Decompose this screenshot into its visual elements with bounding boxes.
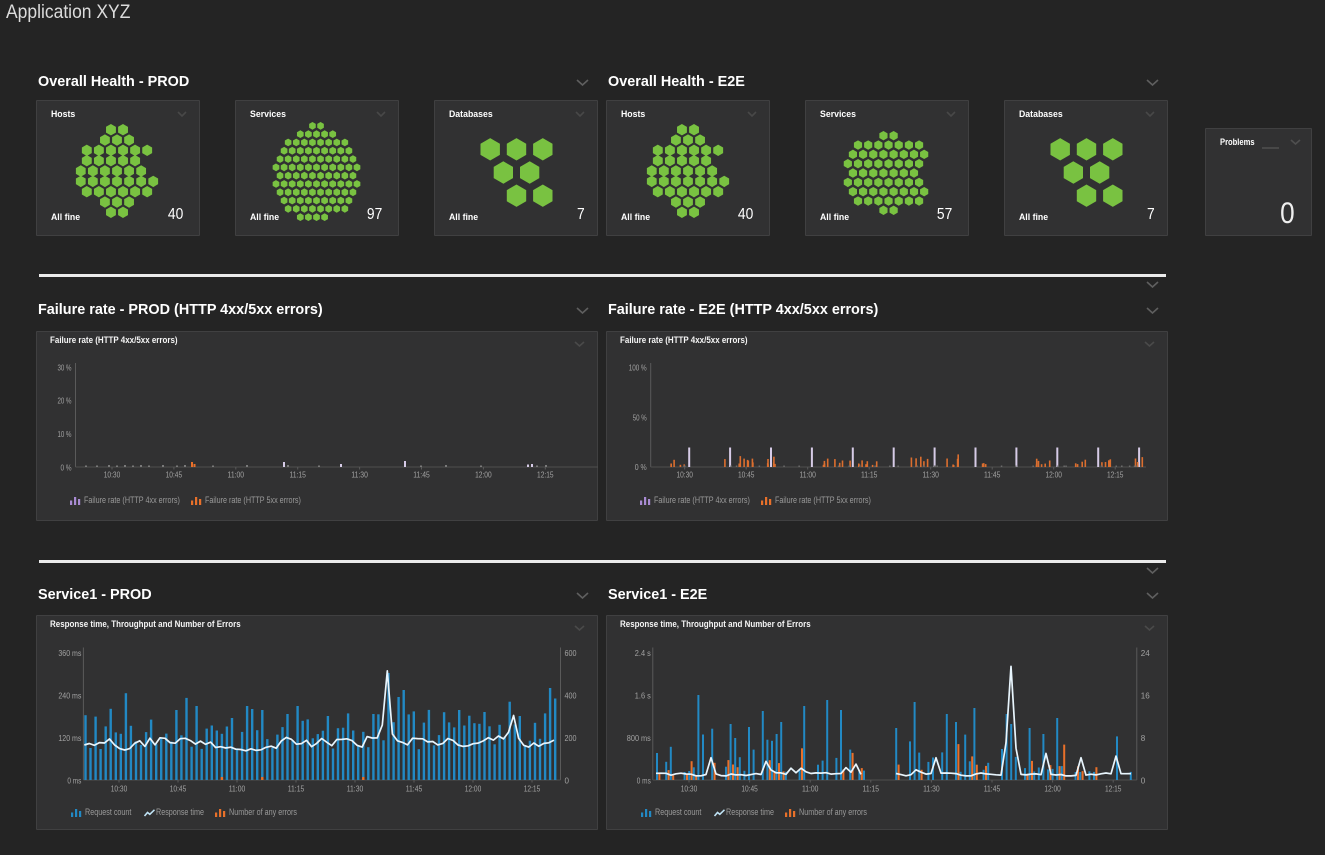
svg-text:11:00: 11:00 [802, 784, 819, 794]
svg-text:200: 200 [565, 733, 577, 743]
svg-text:400: 400 [565, 691, 577, 701]
svg-text:12:00: 12:00 [1044, 784, 1061, 794]
svg-text:0 ms: 0 ms [637, 776, 651, 786]
svg-text:0 %: 0 % [61, 463, 72, 473]
svg-text:11:30: 11:30 [922, 470, 939, 480]
svg-text:11:45: 11:45 [984, 470, 1001, 480]
svg-text:12:15: 12:15 [537, 470, 554, 480]
svg-text:800 ms: 800 ms [627, 733, 651, 743]
svg-text:11:15: 11:15 [863, 784, 880, 794]
svg-text:10:30: 10:30 [681, 784, 698, 794]
svg-text:0: 0 [1141, 776, 1146, 786]
svg-text:11:00: 11:00 [229, 784, 246, 794]
svg-text:12:15: 12:15 [524, 784, 541, 794]
svg-text:24: 24 [1141, 648, 1150, 658]
svg-text:10:30: 10:30 [104, 470, 121, 480]
svg-text:12:00: 12:00 [465, 784, 482, 794]
svg-text:12:00: 12:00 [475, 470, 492, 480]
svg-text:10:45: 10:45 [738, 470, 755, 480]
svg-text:120 ms: 120 ms [58, 733, 81, 743]
svg-text:10:30: 10:30 [111, 784, 128, 794]
svg-text:11:45: 11:45 [406, 784, 423, 794]
svg-text:12:00: 12:00 [1045, 470, 1062, 480]
svg-text:11:30: 11:30 [923, 784, 940, 794]
svg-text:11:00: 11:00 [799, 470, 816, 480]
svg-text:10:45: 10:45 [166, 470, 183, 480]
svg-text:0 ms: 0 ms [67, 776, 81, 786]
svg-text:11:30: 11:30 [351, 470, 368, 480]
svg-text:12:15: 12:15 [1107, 470, 1124, 480]
svg-text:600: 600 [565, 648, 577, 658]
svg-text:8: 8 [1141, 733, 1146, 743]
svg-text:11:45: 11:45 [413, 470, 430, 480]
svg-text:1.6 s: 1.6 s [635, 691, 651, 701]
svg-text:11:30: 11:30 [347, 784, 364, 794]
svg-text:2.4 s: 2.4 s [635, 648, 651, 658]
svg-text:11:00: 11:00 [228, 470, 245, 480]
svg-text:10:30: 10:30 [676, 470, 693, 480]
svg-text:10:45: 10:45 [170, 784, 187, 794]
svg-text:240 ms: 240 ms [58, 691, 81, 701]
svg-text:30 %: 30 % [58, 363, 72, 373]
svg-text:100 %: 100 % [629, 363, 647, 373]
svg-text:20 %: 20 % [58, 396, 72, 406]
svg-text:50 %: 50 % [633, 413, 647, 423]
svg-text:11:15: 11:15 [289, 470, 306, 480]
svg-text:10:45: 10:45 [741, 784, 758, 794]
svg-text:0 %: 0 % [635, 462, 647, 472]
svg-text:0: 0 [565, 776, 570, 786]
svg-text:11:15: 11:15 [288, 784, 305, 794]
svg-text:360 ms: 360 ms [58, 648, 81, 658]
svg-text:11:15: 11:15 [861, 470, 878, 480]
svg-text:10 %: 10 % [58, 429, 72, 439]
svg-text:12:15: 12:15 [1105, 784, 1122, 794]
svg-text:11:45: 11:45 [984, 784, 1001, 794]
svg-text:16: 16 [1141, 691, 1150, 701]
